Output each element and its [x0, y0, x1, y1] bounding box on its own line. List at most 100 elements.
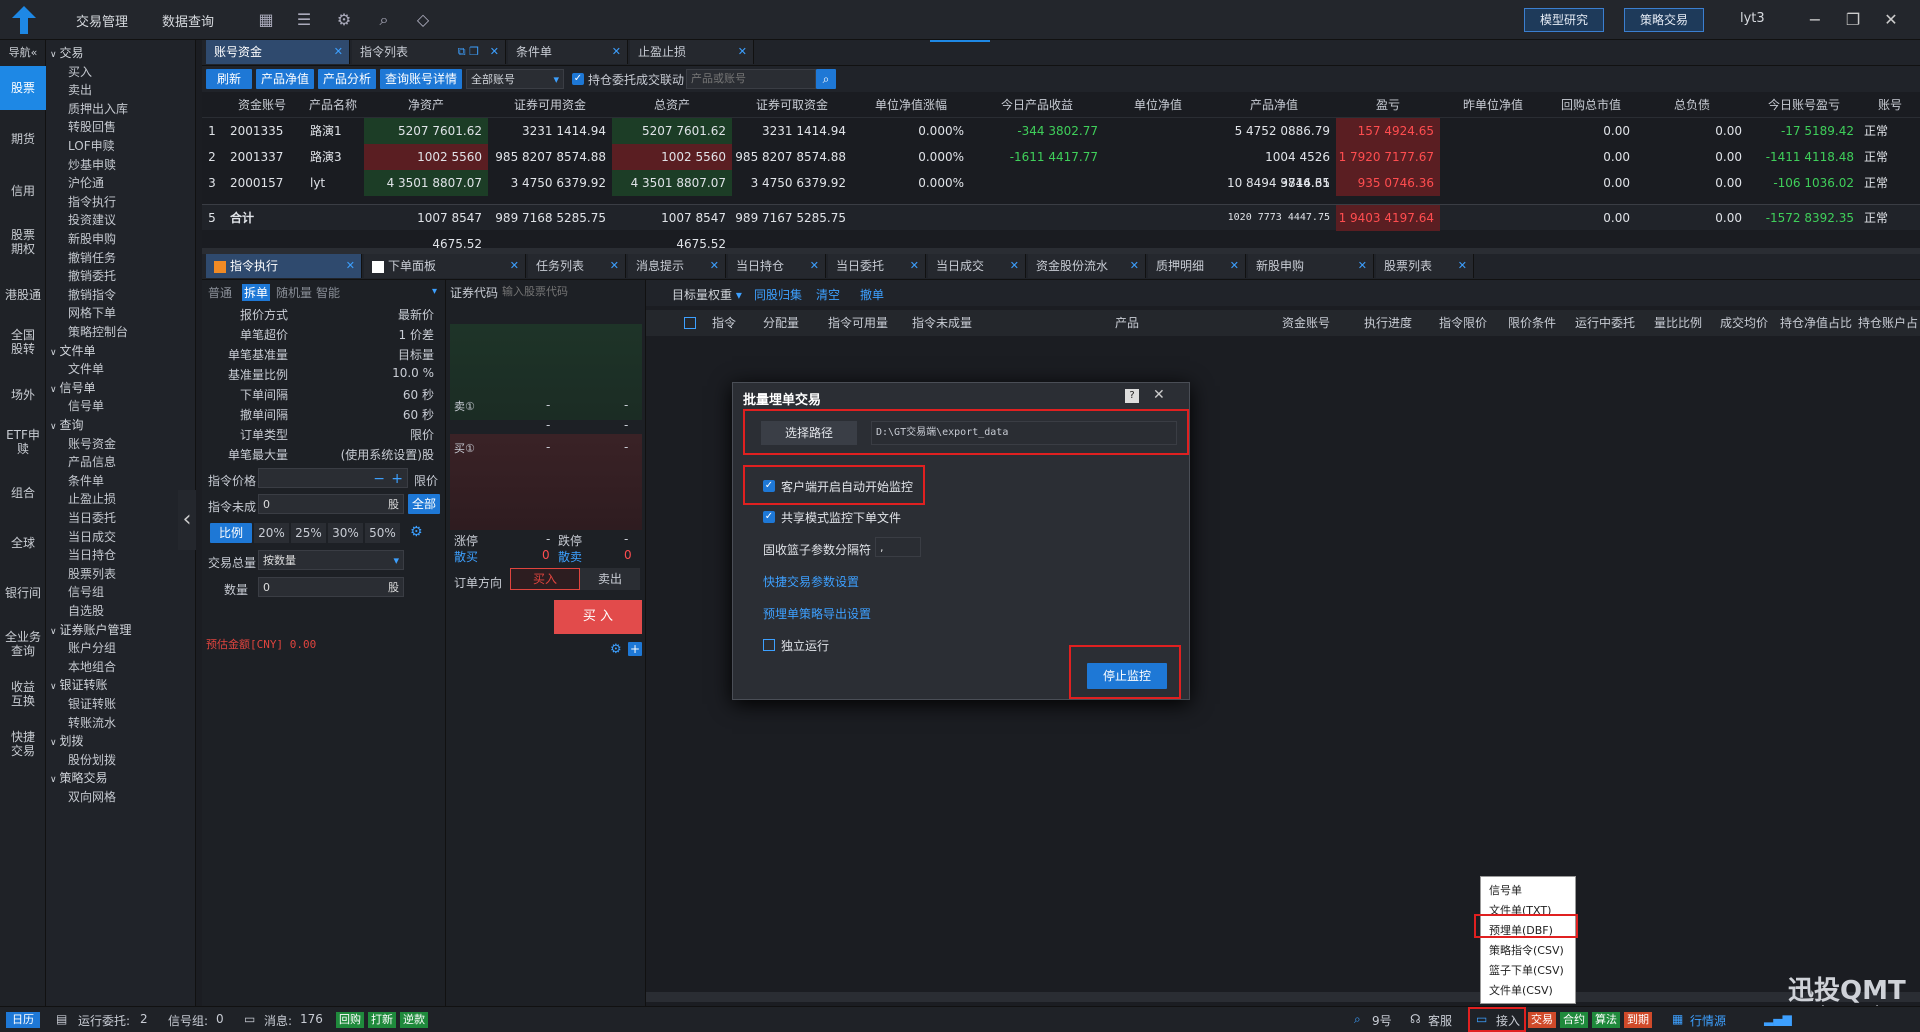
- auto-monitor-checkbox[interactable]: ✓: [763, 480, 775, 492]
- collapse-arrow-icon[interactable]: ‹: [178, 490, 196, 550]
- tree-item[interactable]: 条件单: [68, 472, 104, 489]
- tree-item[interactable]: 质押出入库: [68, 100, 128, 117]
- zoom-level[interactable]: 9号: [1372, 1012, 1392, 1029]
- tag-contract[interactable]: 合约: [1560, 1012, 1588, 1028]
- sliders-icon[interactable]: ☰: [294, 10, 314, 30]
- tree-item[interactable]: 账号资金: [68, 435, 116, 452]
- tree-group[interactable]: ∨ 证券账户管理: [50, 621, 131, 638]
- quick-trade-settings-link[interactable]: 快捷交易参数设置: [763, 573, 859, 590]
- close-icon[interactable]: ✕: [1358, 254, 1367, 278]
- search-icon[interactable]: ⌕: [374, 10, 394, 30]
- bottom-tab[interactable]: 任务列表 ✕: [528, 254, 626, 278]
- instruction-header-cell[interactable]: 产品: [992, 312, 1262, 334]
- signal-count[interactable]: 0: [216, 1012, 224, 1026]
- exec-mode-tab[interactable]: 普通: [206, 284, 234, 301]
- rail-item-futures[interactable]: 期货: [0, 132, 46, 146]
- param-value[interactable]: 60 秒: [298, 406, 434, 423]
- tree-item[interactable]: 双向网格: [68, 788, 116, 805]
- bottom-tab[interactable]: 消息提示 ✕: [628, 254, 726, 278]
- product-analysis-button[interactable]: 产品分析: [318, 69, 376, 89]
- search-icon[interactable]: ⌕: [816, 69, 836, 89]
- percent-button[interactable]: 30%: [328, 523, 363, 543]
- instruction-header-cell[interactable]: 指令: [704, 312, 744, 334]
- tree-item[interactable]: 股份划拨: [68, 751, 116, 768]
- tree-item[interactable]: 信号单: [68, 397, 104, 414]
- code-input[interactable]: [498, 282, 638, 302]
- bottom-tab[interactable]: 下单面板 ✕: [364, 254, 526, 278]
- plus-icon[interactable]: +: [628, 642, 642, 656]
- clear-link[interactable]: 清空: [816, 286, 840, 303]
- close-icon[interactable]: ✕: [1130, 254, 1139, 278]
- calendar-button[interactable]: 日历: [6, 1012, 40, 1028]
- table-header-cell[interactable]: 总负债: [1636, 94, 1748, 116]
- path-input[interactable]: D:\GT交易端\export_data: [871, 421, 1177, 445]
- menu-data-query[interactable]: 数据查询: [162, 11, 214, 30]
- select-all-checkbox[interactable]: [684, 317, 696, 329]
- tree-item[interactable]: 当日持仓: [68, 546, 116, 563]
- exec-mode-tab[interactable]: 拆单: [242, 284, 271, 301]
- tab-instruction-list[interactable]: 指令列表 ⧉ ❐ ✕: [352, 40, 506, 64]
- unfilled-input[interactable]: 0股: [258, 494, 404, 514]
- rail-item-credit[interactable]: 信用: [0, 184, 46, 198]
- gear-icon[interactable]: ⚙: [410, 524, 423, 540]
- rail-item-portfolio[interactable]: 组合: [0, 486, 46, 500]
- close-icon[interactable]: ✕: [1010, 254, 1019, 278]
- close-icon[interactable]: ✕: [610, 254, 619, 278]
- separator-input[interactable]: ,: [875, 537, 921, 557]
- all-button[interactable]: 全部: [408, 494, 440, 514]
- rail-item-hk[interactable]: 港股通: [0, 288, 46, 302]
- table-header-cell[interactable]: 证券可取资金: [732, 94, 852, 116]
- tab-account-funds[interactable]: 账号资金 ✕: [206, 40, 350, 64]
- param-value[interactable]: 60 秒: [298, 386, 434, 403]
- standalone-checkbox[interactable]: [763, 639, 775, 651]
- buy-button[interactable]: 买 入: [554, 600, 642, 634]
- close-icon[interactable]: ✕: [1153, 387, 1165, 403]
- tree-item[interactable]: 止盈止损: [68, 490, 116, 507]
- rail-item-global[interactable]: 全球: [0, 536, 46, 550]
- close-icon[interactable]: ✕: [710, 254, 719, 278]
- close-icon[interactable]: ✕: [1458, 254, 1467, 278]
- restore-icon[interactable]: ❐: [1842, 9, 1864, 31]
- tree-item[interactable]: 信号组: [68, 583, 104, 600]
- tree-item[interactable]: 卖出: [68, 81, 92, 98]
- tree-item[interactable]: 炒基申赎: [68, 156, 116, 173]
- table-header-cell[interactable]: 回购总市值: [1546, 94, 1636, 116]
- bottom-tab[interactable]: 资金股份流水 ✕: [1028, 254, 1146, 278]
- close-icon[interactable]: ✕: [510, 254, 519, 278]
- dropdown-item[interactable]: 篮子下单(CSV): [1489, 963, 1564, 979]
- tag-expiry[interactable]: 到期: [1624, 1012, 1652, 1028]
- rail-item-interbank[interactable]: 银行间: [0, 586, 46, 600]
- tree-item[interactable]: 银证转账: [68, 695, 116, 712]
- grid-icon[interactable]: ▦: [256, 10, 276, 30]
- param-value[interactable]: 限价: [298, 426, 434, 443]
- stop-monitor-button[interactable]: 停止监控: [1087, 663, 1167, 689]
- tree-item[interactable]: 新股申购: [68, 230, 116, 247]
- close-icon[interactable]: ✕: [738, 40, 747, 64]
- table-header-cell[interactable]: 盈亏: [1336, 94, 1440, 116]
- tag-reverse[interactable]: 逆款: [400, 1012, 428, 1028]
- tag-algo[interactable]: 算法: [1592, 1012, 1620, 1028]
- tag-ipo[interactable]: 打新: [368, 1012, 396, 1028]
- close-icon[interactable]: ✕: [810, 254, 819, 278]
- dropdown-item[interactable]: 策略指令(CSV): [1489, 943, 1564, 959]
- tree-item[interactable]: 产品信息: [68, 453, 116, 470]
- tree-item[interactable]: 账户分组: [68, 639, 116, 656]
- tree-item[interactable]: 沪伦通: [68, 174, 104, 191]
- table-header-cell[interactable]: 今日账号盈亏: [1748, 94, 1860, 116]
- instruction-header-cell[interactable]: 资金账号: [1266, 312, 1346, 334]
- instruction-header-cell[interactable]: 指令可用量: [818, 312, 898, 334]
- table-header-cell[interactable]: 产品净值: [1212, 94, 1336, 116]
- rail-item-swap[interactable]: 收益互换: [8, 680, 38, 708]
- tree-group[interactable]: ∨ 信号单: [50, 379, 95, 396]
- market-source[interactable]: 行情源: [1690, 1012, 1726, 1029]
- instruction-header-cell[interactable]: 限价条件: [1498, 312, 1566, 334]
- percent-button[interactable]: 50%: [365, 523, 400, 543]
- tree-item[interactable]: 股票列表: [68, 565, 116, 582]
- table-header-cell[interactable]: 产品名称: [302, 94, 364, 116]
- menu-trade-manage[interactable]: 交易管理: [76, 11, 128, 30]
- rail-item-stock[interactable]: 股票: [0, 66, 46, 110]
- close-icon[interactable]: ✕: [1230, 254, 1239, 278]
- bottom-tab[interactable]: 当日委托 ✕: [828, 254, 926, 278]
- instruction-header-cell[interactable]: 量比比例: [1646, 312, 1710, 334]
- chevron-down-icon[interactable]: ▾: [432, 286, 437, 297]
